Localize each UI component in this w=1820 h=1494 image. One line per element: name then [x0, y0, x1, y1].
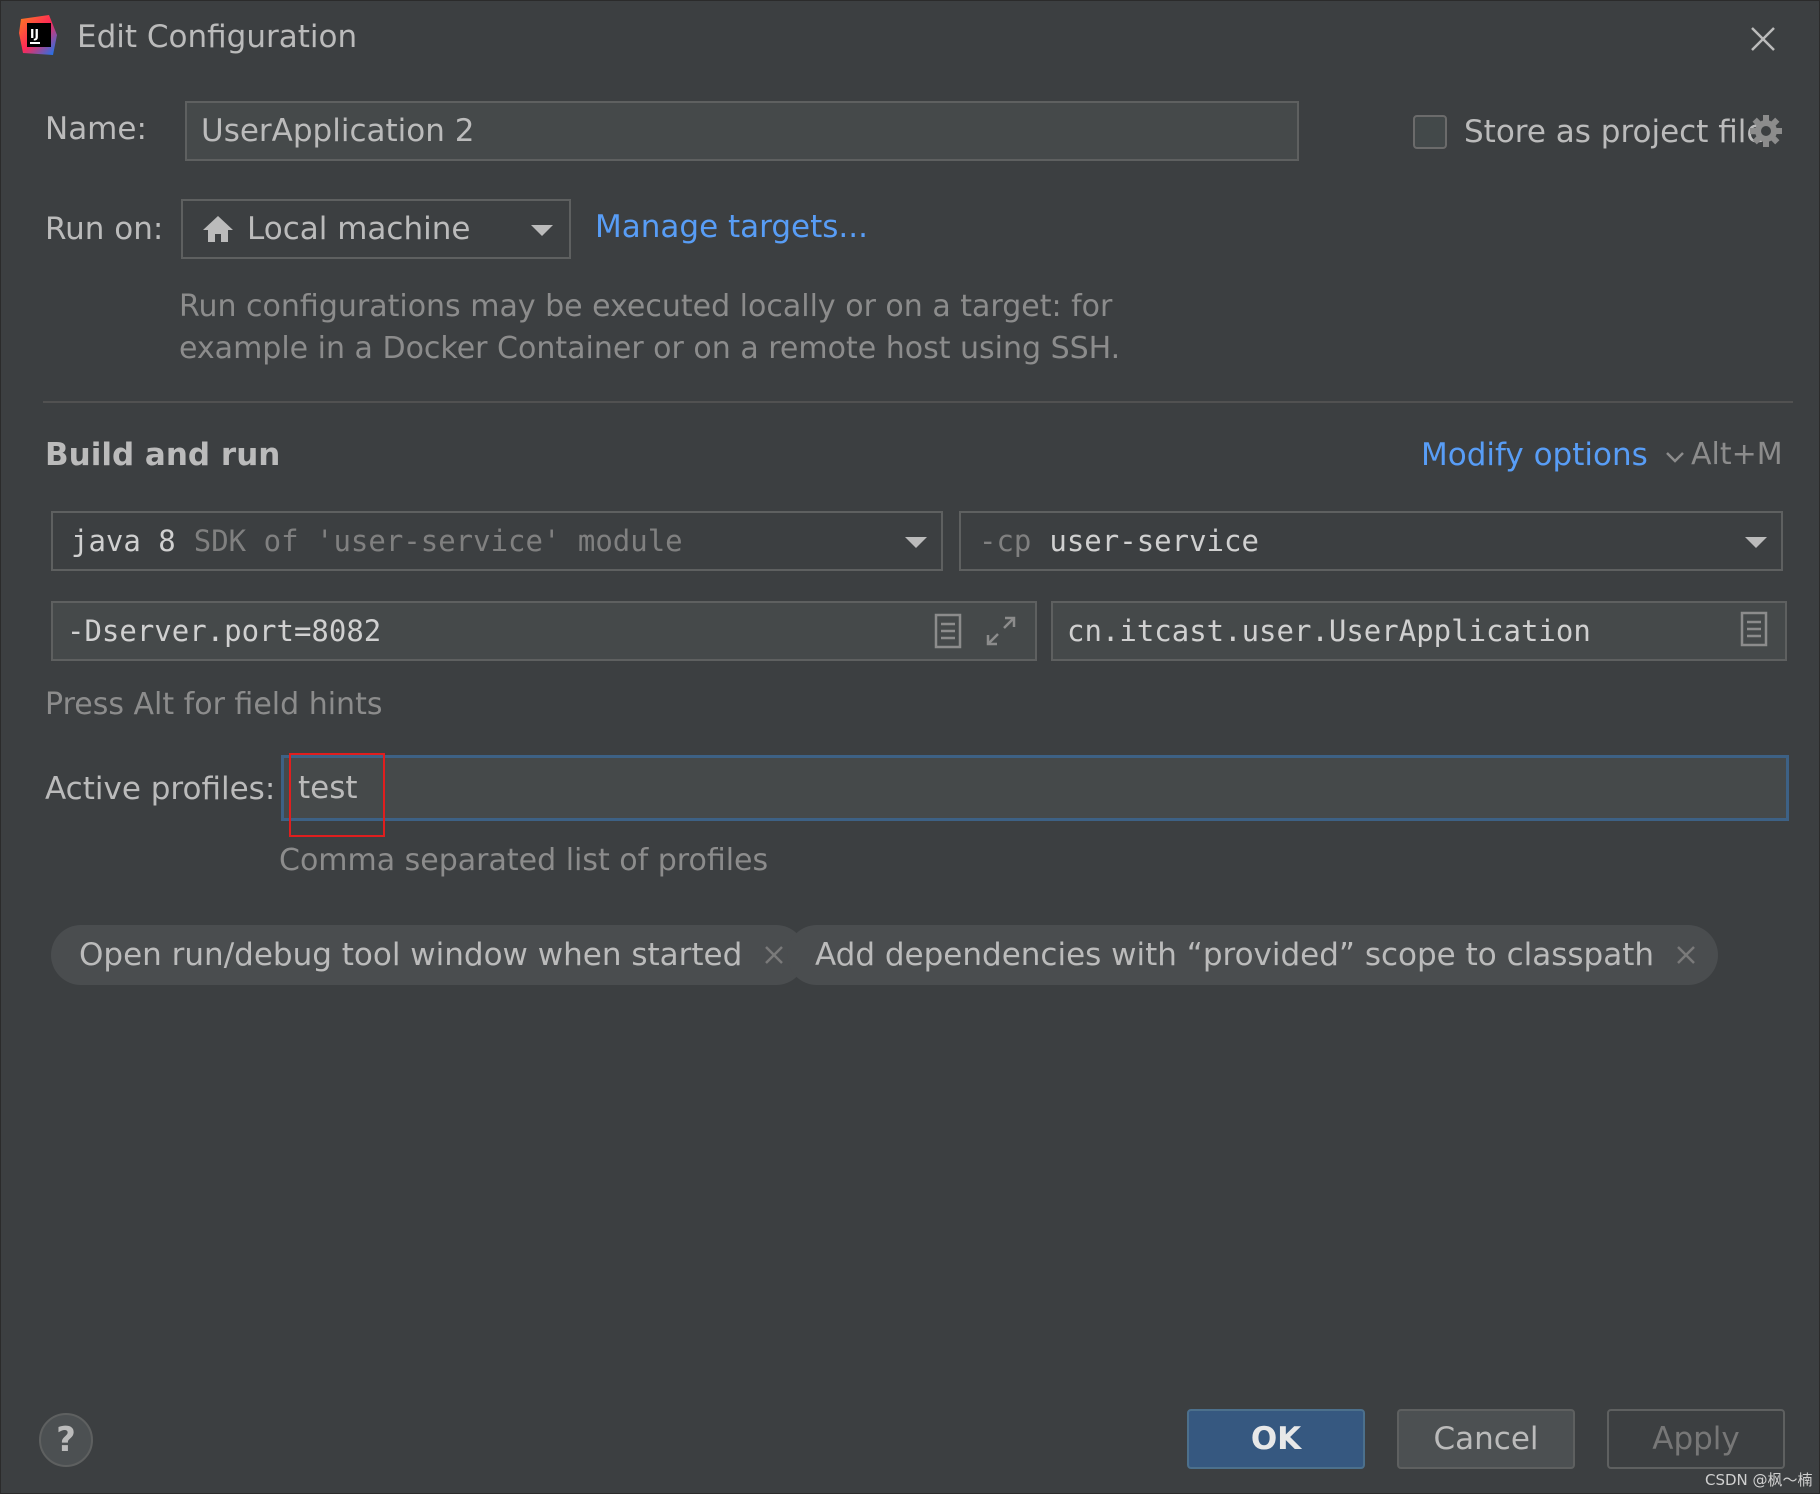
gear-icon[interactable] [1749, 114, 1783, 148]
expand-icon[interactable] [983, 613, 1019, 649]
watermark-text: CSDN @枫～楠 [1705, 1471, 1813, 1489]
intellij-logo-icon: IJ [19, 15, 57, 55]
jre-main-text: java 8 [71, 524, 176, 558]
active-profiles-hint: Comma separated list of profiles [279, 843, 769, 878]
modify-options-link[interactable]: Modify options [1421, 437, 1686, 473]
store-project-label: Store as project file [1464, 114, 1766, 150]
help-button[interactable]: ? [39, 1413, 93, 1467]
document-icon[interactable] [933, 613, 963, 649]
field-hints-text: Press Alt for field hints [45, 687, 383, 722]
cancel-button[interactable]: Cancel [1397, 1409, 1575, 1469]
run-on-dropdown[interactable]: Local machine [181, 199, 571, 259]
run-on-hint-line2: example in a Docker Container or on a re… [179, 331, 1121, 366]
chevron-down-icon [1745, 537, 1767, 548]
main-class-input[interactable]: cn.itcast.user.UserApplication [1051, 601, 1787, 661]
apply-button[interactable]: Apply [1607, 1409, 1785, 1469]
chip-label: Open run/debug tool window when started [79, 937, 743, 973]
chevron-down-icon [531, 225, 553, 236]
modify-options-label: Modify options [1421, 437, 1648, 473]
highlight-annotation-box [289, 753, 385, 837]
home-icon [203, 216, 233, 242]
close-icon [1751, 27, 1775, 51]
run-on-label: Run on: [45, 211, 164, 247]
store-project-checkbox[interactable] [1413, 115, 1447, 149]
chip-label: Add dependencies with “provided” scope t… [815, 937, 1655, 973]
close-button[interactable] [1741, 17, 1785, 61]
svg-text:IJ: IJ [30, 27, 39, 41]
close-icon[interactable] [1674, 943, 1698, 967]
name-label: Name: [45, 111, 147, 147]
name-input-value: UserApplication 2 [201, 113, 475, 149]
classpath-dropdown[interactable]: -cp user-service [959, 511, 1783, 571]
chevron-down-icon [1665, 451, 1684, 463]
run-on-selected: Local machine [247, 211, 471, 247]
jre-detail-text: SDK of 'user-service' module [193, 524, 683, 558]
close-icon[interactable] [762, 943, 786, 967]
name-input[interactable]: UserApplication 2 [185, 101, 1299, 161]
option-chip-open-tool-window[interactable]: Open run/debug tool window when started [51, 925, 807, 985]
modify-options-shortcut: Alt+M [1691, 437, 1783, 472]
document-icon[interactable] [1739, 611, 1769, 647]
vm-options-value: -Dserver.port=8082 [67, 614, 382, 648]
vm-options-input[interactable]: -Dserver.port=8082 [51, 601, 1037, 661]
chevron-down-icon [905, 537, 927, 548]
option-chip-provided-scope[interactable]: Add dependencies with “provided” scope t… [787, 925, 1719, 985]
run-on-hint-line1: Run configurations may be executed local… [179, 289, 1113, 324]
classpath-prefix: -cp [979, 524, 1032, 558]
section-divider [43, 401, 1793, 403]
classpath-value: user-service [1049, 524, 1259, 558]
manage-targets-link[interactable]: Manage targets... [595, 209, 868, 245]
ok-button[interactable]: OK [1187, 1409, 1365, 1469]
main-class-value: cn.itcast.user.UserApplication [1067, 614, 1591, 648]
edit-configuration-dialog: IJ Edit Configuration Name: UserApplicat… [0, 0, 1820, 1494]
window-title: Edit Configuration [77, 19, 358, 55]
active-profiles-label: Active profiles: [45, 771, 276, 807]
jre-dropdown[interactable]: java 8 SDK of 'user-service' module [51, 511, 943, 571]
build-and-run-title: Build and run [45, 437, 281, 473]
active-profiles-input[interactable]: test [281, 755, 1789, 821]
